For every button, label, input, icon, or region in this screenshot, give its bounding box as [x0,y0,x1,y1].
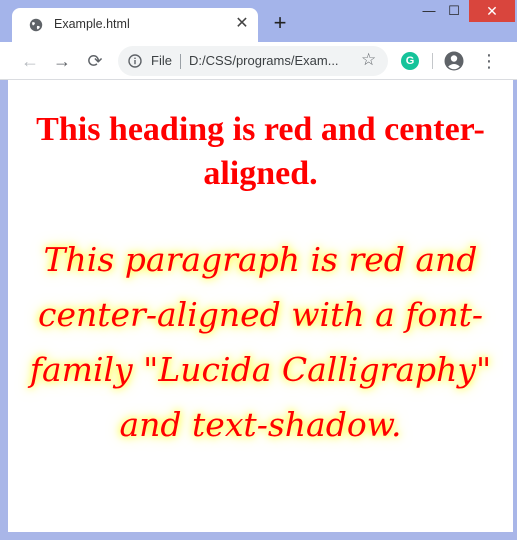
reload-button[interactable]: ⟳ [84,50,106,72]
address-bar[interactable]: File D:/CSS/programs/Exam... ☆ [118,46,388,76]
tab-strip: Example.html ✕ + — ☐ ✕ [0,0,517,42]
tab-close-icon[interactable]: ✕ [232,14,252,34]
tab-title: Example.html [54,17,130,31]
browser-window: Example.html ✕ + — ☐ ✕ ← → ⟳ File D:/CSS… [0,0,517,540]
new-tab-button[interactable]: + [269,12,291,35]
globe-icon [29,18,43,32]
toolbar-divider [432,53,433,69]
grammarly-extension-icon[interactable]: G [401,52,419,70]
page-heading: This heading is red and center-aligned. [36,111,485,192]
browser-toolbar: ← → ⟳ File D:/CSS/programs/Exam... ☆ G ⋮ [0,42,517,80]
page-viewport: This heading is red and center-aligned. … [8,80,513,532]
forward-button[interactable]: → [51,50,73,72]
page-paragraph: This paragraph is red and center-aligned… [29,240,492,444]
tab-example[interactable]: Example.html ✕ [12,8,258,42]
back-button[interactable]: ← [19,50,41,72]
profile-avatar-icon[interactable] [444,51,464,71]
bookmark-star-icon[interactable]: ☆ [361,50,376,70]
address-separator [180,54,181,69]
site-info-label[interactable]: File [151,53,172,68]
maximize-button[interactable]: ☐ [438,0,470,22]
info-icon[interactable] [128,54,142,68]
url-text[interactable]: D:/CSS/programs/Exam... [189,53,339,68]
browser-menu-icon[interactable]: ⋮ [480,50,498,72]
close-window-button[interactable]: ✕ [469,0,515,22]
